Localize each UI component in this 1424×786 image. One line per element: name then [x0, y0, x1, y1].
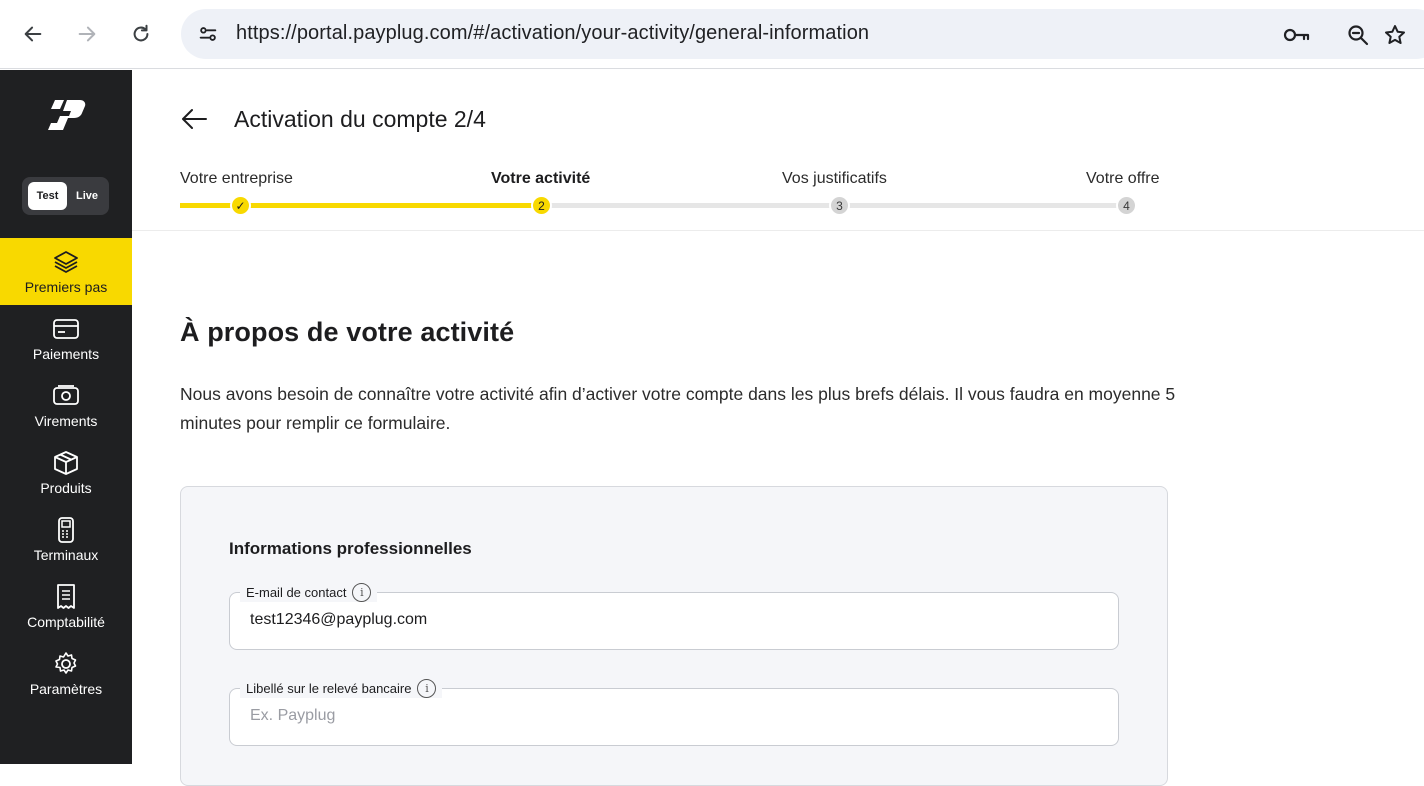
sidebar-item-label: Paramètres: [29, 680, 103, 697]
card-title: Informations professionnelles: [229, 539, 472, 558]
env-live-option[interactable]: Live: [70, 182, 104, 210]
sidebar-item-label: Premiers pas: [24, 278, 108, 295]
url-text[interactable]: https://portal.payplug.com/#/activation/…: [236, 22, 869, 45]
field-label: E-mail de contact: [246, 585, 347, 600]
sidebar-item-parametres[interactable]: Paramètres: [0, 640, 132, 707]
activation-header: Activation du compte 2/4 Votre entrepris…: [132, 70, 1424, 231]
sidebar-item-paiements[interactable]: Paiements: [0, 305, 132, 372]
step-marker-2: 2: [531, 195, 552, 216]
info-icon[interactable]: i: [352, 583, 372, 602]
field-legend: E-mail de contact i: [240, 583, 378, 602]
bookmark-star-icon[interactable]: [1381, 21, 1409, 49]
sidebar-item-label: Virements: [34, 412, 98, 429]
step-label-activite: Votre activité: [491, 170, 591, 187]
sidebar-item-virements[interactable]: Virements: [0, 372, 132, 439]
form-card: Informations professionnelles E-mail de …: [180, 486, 1168, 786]
sidebar-item-produits[interactable]: Produits: [0, 439, 132, 506]
sidebar-item-label: Produits: [40, 479, 92, 496]
tune-icon: [199, 27, 217, 41]
arrow-left-icon: [24, 26, 42, 42]
contact-email-field[interactable]: E-mail de contact i: [229, 583, 1119, 650]
step-marker-4: 4: [1116, 195, 1137, 216]
bank-statement-label-input[interactable]: [250, 707, 1100, 725]
reload-icon: [133, 24, 149, 42]
box-icon: [54, 450, 78, 475]
layers-icon: [54, 250, 78, 273]
terminal-icon: [58, 516, 74, 543]
reload-button[interactable]: [122, 15, 160, 53]
address-bar[interactable]: https://portal.payplug.com/#/activation/…: [181, 9, 1424, 59]
field-legend: Libellé sur le relevé bancaire i: [240, 679, 443, 698]
banknote-icon: [53, 384, 79, 405]
env-toggle[interactable]: Test Live: [22, 177, 109, 215]
info-icon[interactable]: i: [417, 679, 437, 698]
step-label-offre: Votre offre: [1086, 170, 1160, 187]
sidebar-item-terminaux[interactable]: Terminaux: [0, 506, 132, 573]
forward-button[interactable]: [68, 15, 106, 53]
back-arrow-icon[interactable]: [180, 107, 208, 131]
field-label: Libellé sur le relevé bancaire: [246, 681, 412, 696]
arrow-right-icon: [78, 26, 96, 42]
sidebar-item-comptabilite[interactable]: Comptabilité: [0, 573, 132, 640]
section-description: Nous avons besoin de connaître votre act…: [180, 384, 1176, 433]
gear-icon: [55, 651, 77, 674]
bank-statement-label-field[interactable]: Libellé sur le relevé bancaire i: [229, 679, 1119, 746]
browser-toolbar: https://portal.payplug.com/#/activation/…: [0, 0, 1424, 69]
env-test-option[interactable]: Test: [28, 182, 67, 210]
contact-email-input[interactable]: [250, 611, 1100, 629]
sidebar-item-label: Terminaux: [33, 546, 99, 563]
page-title: Activation du compte 2/4: [234, 106, 486, 132]
step-marker-3: 3: [829, 195, 850, 216]
payplug-logo[interactable]: [46, 100, 86, 136]
site-info-button[interactable]: [191, 17, 225, 51]
receipt-icon: [57, 583, 75, 609]
back-button[interactable]: [14, 15, 52, 53]
card-icon: [53, 318, 79, 339]
sidebar: Test Live Premiers pas Paiements Viremen…: [0, 70, 132, 764]
key-icon[interactable]: [1283, 21, 1311, 49]
step-marker-1: ✓: [230, 195, 251, 216]
section-title: À propos de votre activité: [180, 317, 515, 347]
step-label-justificatifs: Vos justificatifs: [782, 170, 887, 187]
sidebar-item-premiers-pas[interactable]: Premiers pas: [0, 238, 132, 305]
sidebar-item-label: Comptabilité: [27, 613, 105, 630]
sidebar-item-label: Paiements: [32, 345, 100, 362]
step-label-entreprise[interactable]: Votre entreprise: [180, 170, 293, 188]
zoom-icon[interactable]: [1344, 21, 1372, 49]
